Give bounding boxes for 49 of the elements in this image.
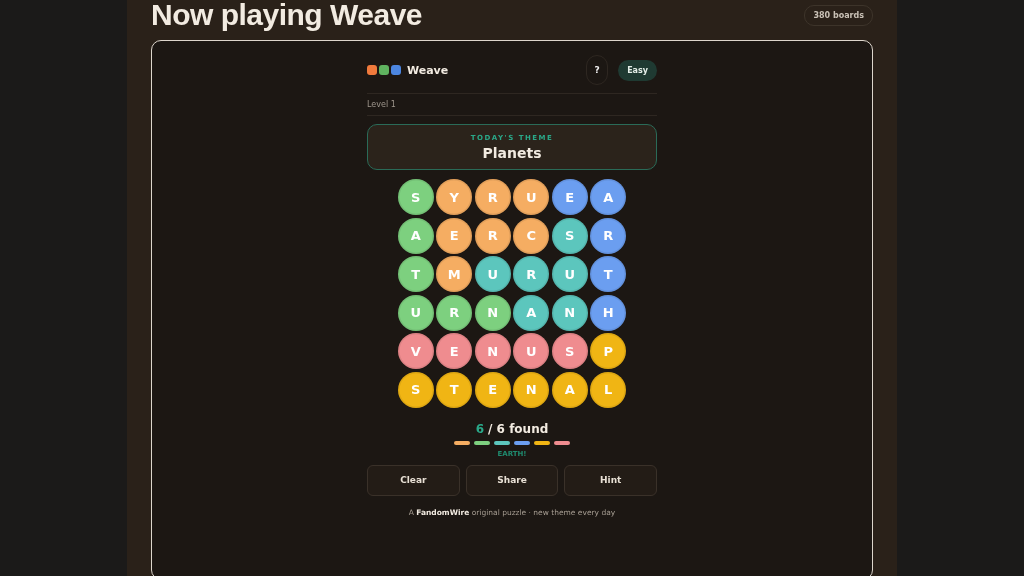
letter-tile[interactable]: N [513,371,550,408]
letter-tile[interactable]: P [590,333,627,369]
letter-tile[interactable]: S [397,371,434,408]
letter-tile[interactable]: U [551,256,588,292]
page-title: Now playing Weave [151,0,423,32]
letter-tile[interactable]: T [436,371,473,408]
letter-tile[interactable]: A [551,371,588,408]
letter-tile[interactable]: L [590,371,627,408]
level-label: Level 1 [367,100,396,109]
letter-tile[interactable]: N [474,294,511,331]
found-count: 6 [475,421,485,436]
letter-tile[interactable]: A [590,179,627,215]
letter-tile[interactable]: U [513,179,550,215]
letter-tile[interactable]: N [551,294,588,331]
theme-value: Planets [482,145,542,161]
letter-tile[interactable]: R [590,217,627,254]
action-button[interactable]: Share [465,464,559,496]
letter-tile[interactable]: M [436,256,473,292]
letter-tile[interactable]: U [397,294,434,331]
letter-tile[interactable]: R [474,217,511,254]
letter-tile[interactable]: S [551,333,588,369]
letter-tile[interactable]: U [474,256,511,292]
letter-tile[interactable]: T [590,256,627,292]
letter-tile[interactable]: T [397,256,434,292]
letter-tile[interactable]: A [397,217,434,254]
letter-tile[interactable]: S [551,217,588,254]
letter-tile[interactable]: V [397,333,434,369]
letter-tile[interactable]: Y [436,179,473,215]
total-count: / 6 found [488,421,549,436]
letter-tile[interactable]: C [513,217,550,254]
letter-tile[interactable]: E [436,333,473,369]
difficulty-button[interactable]: Easy [618,59,657,81]
game-name: Weave [407,63,449,77]
letter-tile[interactable]: R [436,294,473,331]
help-button[interactable]: ? [586,55,609,85]
letter-tile[interactable]: A [513,294,550,331]
letter-tile[interactable]: U [513,333,550,369]
letter-tile[interactable]: R [513,256,550,292]
action-button[interactable]: Hint [564,464,657,496]
letter-tile[interactable]: N [474,333,511,369]
letter-tile[interactable]: E [551,179,588,215]
action-button[interactable]: Clear [367,464,460,496]
letter-tile[interactable]: E [474,371,511,408]
logo-icon [367,65,401,75]
boards-count-badge: 380 boards [804,4,873,26]
letter-tile[interactable]: S [397,179,434,215]
letter-tile[interactable]: R [474,179,511,215]
letter-tile[interactable]: E [436,217,473,254]
letter-tile[interactable]: H [590,294,627,331]
